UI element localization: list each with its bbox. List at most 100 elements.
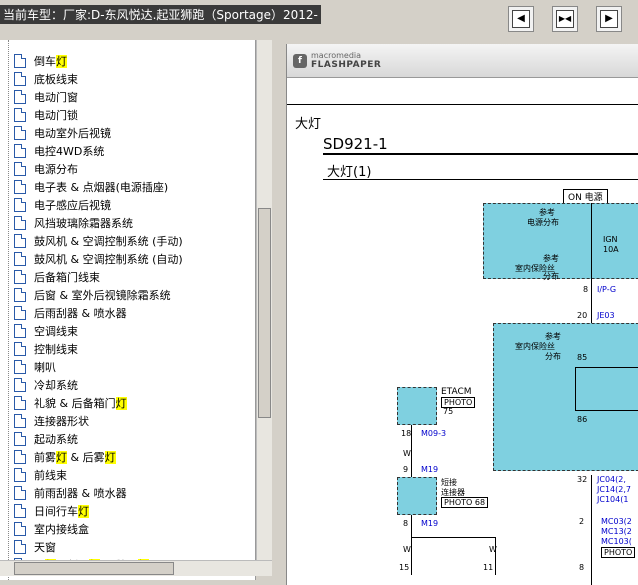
tree-item-label: 电控4WD系统 [34,145,105,158]
tree-item[interactable]: 礼貌 & 后备箱门灯 [14,394,127,412]
tree-item[interactable]: 前雾灯 & 后雾灯 [14,448,116,466]
photo75-b: 75 [443,407,454,416]
document-icon [14,468,26,482]
etacm-box [397,387,437,425]
tree-item[interactable]: 喇叭 [14,358,56,376]
document-page: 大灯 SD921-1 大灯(1) ON 电源 参考 电源分布 IGN 10A 参… [287,104,638,585]
tree-item[interactable]: 后雨刮器 & 喷水器 [14,304,127,322]
tree-item-label: 鼓风机 & 空调控制系统 (自动) [34,253,183,266]
document-icon [14,270,26,284]
document-icon [14,90,26,104]
tree-item[interactable]: 前雨刮器 & 喷水器 [14,484,127,502]
document-icon [14,360,26,374]
on-power-label: ON 电源 [563,189,608,204]
tree-item[interactable]: 风挡玻璃除霜器系统 [14,214,133,232]
section-title: 大灯(1) [327,165,372,180]
tree-item-label: 室内接线盒 [34,523,89,536]
tree-item[interactable]: 电源分布 [14,160,78,178]
document-icon [14,234,26,248]
document-icon [14,252,26,266]
tree-item[interactable]: 电动门窗 [14,88,78,106]
viewer-header: f macromedia FLASHPAPER [287,44,638,78]
document-icon [14,72,26,86]
tree-item-label: 空调线束 [34,325,78,338]
short-connector-box [397,477,437,515]
tree-item[interactable]: 底板线束 [14,70,78,88]
photo68: PHOTO 68 [441,497,489,508]
document-icon [14,288,26,302]
document-icon [14,162,26,176]
tree-item-label: 电动室外后视镜 [34,127,111,140]
tree-item-label: 前雾灯 & 后雾灯 [34,451,116,464]
je03-label: JE03 [597,311,615,320]
m09-3-label: M09-3 [421,429,447,438]
tree-item[interactable]: 日间行车灯 [14,502,89,520]
tree-item[interactable]: 天窗 [14,538,56,556]
tree-item[interactable]: 后备箱门线束 [14,268,100,286]
photo-right: PHOTO [601,547,636,558]
tree-item[interactable]: 连接器形状 [14,412,89,430]
branch-wire [411,537,495,538]
tree-item[interactable]: 起动系统 [14,430,78,448]
etacm-label: ETACM [441,387,472,397]
document-icon [14,108,26,122]
tree-item-label: 电源分布 [34,163,78,176]
tree-item[interactable]: 冷却系统 [14,376,78,394]
section-rule [323,153,638,155]
tree-item[interactable]: 电动门锁 [14,106,78,124]
ign-label: IGN [603,235,618,244]
pin-2: 2 [579,517,585,526]
tree-item[interactable]: 前线束 [14,466,67,484]
tree-item[interactable]: 电动室外后视镜 [14,124,111,142]
scroll-thumb[interactable] [258,208,271,418]
ref3-c: 分布 [545,352,561,361]
scroll-thumb-horizontal[interactable] [14,562,174,575]
tree-item-label: 冷却系统 [34,379,78,392]
nav-right-button[interactable]: ▶ [596,6,622,32]
tree-item-label: 前线束 [34,469,67,482]
app-window: 当前车型：厂家:D-东风悦达.起亚狮跑（Sportage）2012- ◀ ▶◀ … [0,0,638,585]
tree-item[interactable]: 后窗 & 室外后视镜除霜系统 [14,286,171,304]
tree-item-label: 连接器形状 [34,415,89,428]
arrow-right-icon: ▶ [600,10,618,28]
pin-8: 8 [583,285,589,294]
tree-item[interactable]: 倒车灯 [14,52,67,70]
tree-item[interactable]: 室内接线盒 [14,520,89,538]
branch-wire-down [495,537,496,575]
tree-horizontal-scrollbar[interactable] [0,560,272,576]
right-wire [591,475,592,585]
document-icon [14,396,26,410]
tree-item[interactable]: 电控4WD系统 [14,142,104,160]
tree-item[interactable]: 电子表 & 点烟器(电源插座) [14,178,168,196]
section-rule-thin [323,179,638,180]
mc103-label: MC103( [601,537,632,546]
wire-w2: W [403,545,411,554]
wire-w1: W [403,449,411,458]
document-icon [14,324,26,338]
jc04-label: JC04(2, [597,475,626,484]
tree-item[interactable]: 空调线束 [14,322,78,340]
tree-item[interactable]: 鼓风机 & 空调控制系统 (手动) [14,232,183,250]
jc104-label: JC104(1 [597,495,629,504]
tree-vertical-scrollbar[interactable] [256,40,272,560]
tree-item-label: 日间行车灯 [34,505,89,518]
document-icon [14,540,26,554]
nav-left-button[interactable]: ◀ [508,6,534,32]
logo-top-text: macromedia [311,51,362,60]
doc-heading: 大灯 [295,117,322,132]
tree-item[interactable]: 电子感应后视镜 [14,196,111,214]
tree-item-label: 电子表 & 点烟器(电源插座) [34,181,169,194]
tree-item-label: 礼貌 & 后备箱门灯 [34,397,127,410]
section-code: SD921-1 [323,135,388,153]
nav-split-button[interactable]: ▶◀ [552,6,578,32]
tree-item-label: 控制线束 [34,343,78,356]
split-arrows-icon: ▶◀ [556,10,574,28]
document-icon [14,432,26,446]
pin-8b: 8 [403,519,409,528]
tree-item-label: 天窗 [34,541,56,554]
tree-item[interactable]: 鼓风机 & 空调控制系统 (自动) [14,250,183,268]
jc14-label: JC14(2,7 [597,485,631,494]
tree-item-label: 后窗 & 室外后视镜除霜系统 [34,289,171,302]
document-icon [14,378,26,392]
tree-item[interactable]: 控制线束 [14,340,78,358]
